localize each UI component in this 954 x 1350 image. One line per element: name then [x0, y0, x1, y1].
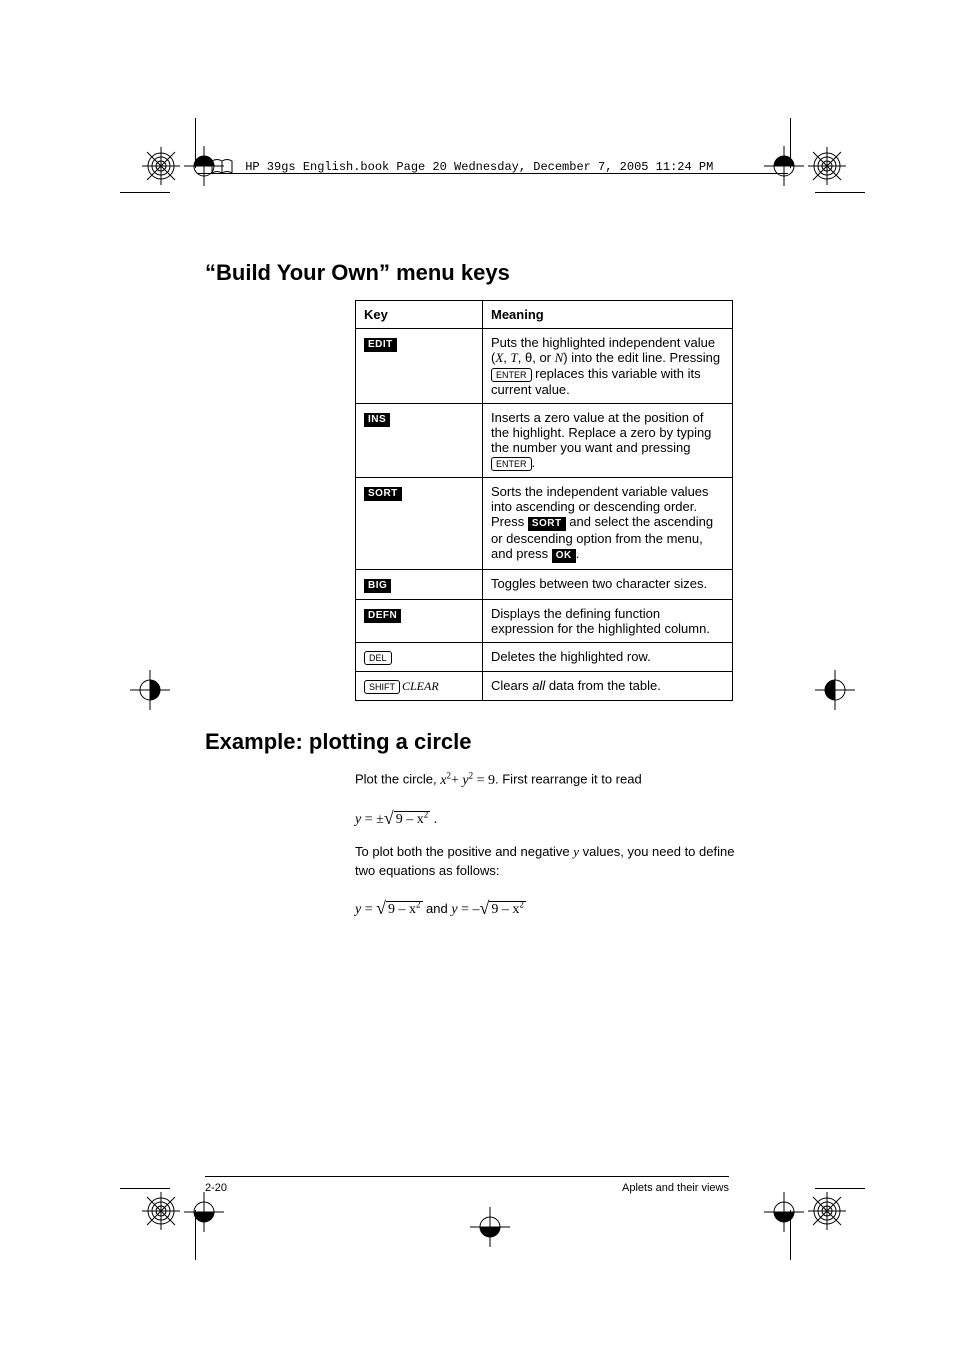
text: Inserts a zero value at the position of … [491, 410, 711, 455]
section-heading-example: Example: plotting a circle [205, 729, 735, 755]
footer-page-number: 2-20 [205, 1182, 227, 1194]
text: . [576, 546, 580, 561]
table-cell-meaning: Inserts a zero value at the position of … [483, 404, 733, 478]
crop-line [120, 1188, 170, 1189]
print-rosette-icon [140, 145, 182, 187]
table-row: SORT Sorts the independent variable valu… [356, 478, 733, 570]
text: , θ, or [518, 350, 555, 365]
print-rosette-icon [140, 1190, 182, 1232]
text: ) into the edit line. Pressing [563, 350, 720, 365]
table-row: EDIT Puts the highlighted independent va… [356, 329, 733, 404]
variable-t: T [511, 350, 518, 365]
softkey-sort-inline: SORT [528, 517, 566, 531]
print-rosette-icon [806, 1190, 848, 1232]
crop-line [195, 1210, 196, 1260]
table-row: DEFN Displays the defining function expr… [356, 600, 733, 643]
print-metadata: HP 39gs English.book Page 20 Wednesday, … [210, 158, 713, 176]
table-cell-meaning: Toggles between two character sizes. [483, 570, 733, 600]
crop-line [815, 192, 865, 193]
crop-line [790, 1210, 791, 1260]
table-header-meaning: Meaning [483, 301, 733, 329]
registration-mark-icon [470, 1207, 524, 1261]
text: To plot both the positive and negative [355, 844, 573, 859]
variable-n: N [555, 350, 564, 365]
hardkey-enter: ENTER [491, 368, 532, 382]
registration-mark-icon [815, 670, 869, 724]
print-rosette-icon [806, 145, 848, 187]
softkey-sort: SORT [364, 487, 402, 501]
hardkey-del: DEL [364, 651, 392, 665]
shift-label-clear: CLEAR [402, 679, 439, 693]
section-heading-menu-keys: “Build Your Own” menu keys [205, 260, 735, 286]
menu-keys-table: Key Meaning EDIT Puts the highlighted in… [355, 300, 733, 701]
text: data from the table. [545, 678, 661, 693]
footer-chapter-title: Aplets and their views [622, 1182, 729, 1194]
registration-mark-icon [184, 1192, 238, 1246]
equation-pair: y = √9 – x2 and y = –√9 – x2 [355, 894, 735, 920]
crop-line [195, 118, 196, 168]
crop-line [790, 118, 791, 168]
text: , [503, 350, 510, 365]
registration-mark-icon [130, 670, 184, 724]
text: Plot the circle, [355, 772, 440, 787]
table-row: INS Inserts a zero value at the position… [356, 404, 733, 478]
crop-line [120, 192, 170, 193]
table-cell-meaning: Deletes the highlighted row. [483, 643, 733, 672]
softkey-ok: OK [552, 549, 576, 563]
text: . [532, 455, 536, 470]
softkey-ins: INS [364, 413, 390, 427]
text: Clears [491, 678, 532, 693]
book-icon [210, 158, 234, 176]
hardkey-enter: ENTER [491, 457, 532, 471]
example-line2: To plot both the positive and negative y… [355, 843, 735, 881]
text: . First rearrange it to read [495, 772, 642, 787]
table-row: DEL Deletes the highlighted row. [356, 643, 733, 672]
footer-rule [205, 1176, 729, 1177]
softkey-edit: EDIT [364, 338, 397, 352]
hardkey-shift: SHIFT [364, 680, 400, 694]
table-cell-meaning: Puts the highlighted independent value (… [483, 329, 733, 404]
equation-y-plusminus: y = ±√9 – x2 . [355, 804, 735, 830]
print-metadata-text: HP 39gs English.book Page 20 Wednesday, … [245, 160, 713, 174]
softkey-defn: DEFN [364, 609, 401, 623]
text-italic: all [532, 678, 545, 693]
crop-line [815, 1188, 865, 1189]
table-row: BIG Toggles between two character sizes. [356, 570, 733, 600]
softkey-big: BIG [364, 579, 391, 593]
table-cell-meaning: Displays the defining function expressio… [483, 600, 733, 643]
table-cell-meaning: Sorts the independent variable values in… [483, 478, 733, 570]
table-header-key: Key [356, 301, 483, 329]
equation-circle: x2+ y2 = 9 [440, 773, 495, 788]
table-row: SHIFTCLEAR Clears all data from the tabl… [356, 672, 733, 701]
example-body: Plot the circle, x2+ y2 = 9. First rearr… [355, 769, 735, 920]
example-line1: Plot the circle, x2+ y2 = 9. First rearr… [355, 769, 735, 791]
table-cell-meaning: Clears all data from the table. [483, 672, 733, 701]
